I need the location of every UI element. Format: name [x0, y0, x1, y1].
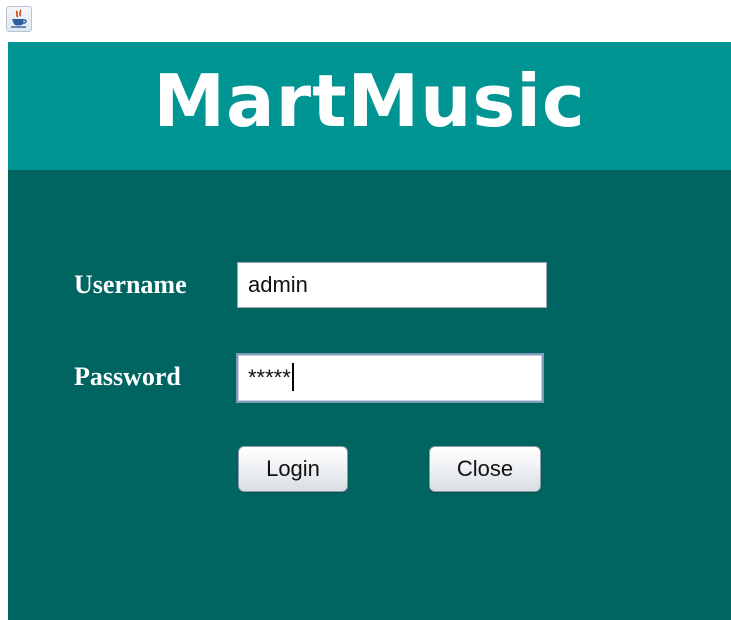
text-cursor: [291, 363, 294, 392]
username-field[interactable]: admin: [237, 262, 547, 308]
password-label: Password: [74, 362, 181, 391]
close-button[interactable]: Close: [429, 446, 541, 492]
login-button[interactable]: Login: [238, 446, 348, 492]
login-panel: Username admin Password ***** Login Clos…: [8, 170, 731, 620]
java-icon[interactable]: [6, 6, 32, 32]
password-value: *****: [248, 365, 291, 390]
brand-header: MartMusic: [8, 42, 731, 170]
app-logo: MartMusic: [153, 59, 586, 143]
username-label: Username: [74, 270, 187, 299]
title-bar: [0, 0, 731, 40]
password-field[interactable]: *****: [236, 353, 544, 403]
login-window: MartMusic Username admin Password ***** …: [0, 0, 731, 620]
username-value: admin: [248, 272, 308, 297]
